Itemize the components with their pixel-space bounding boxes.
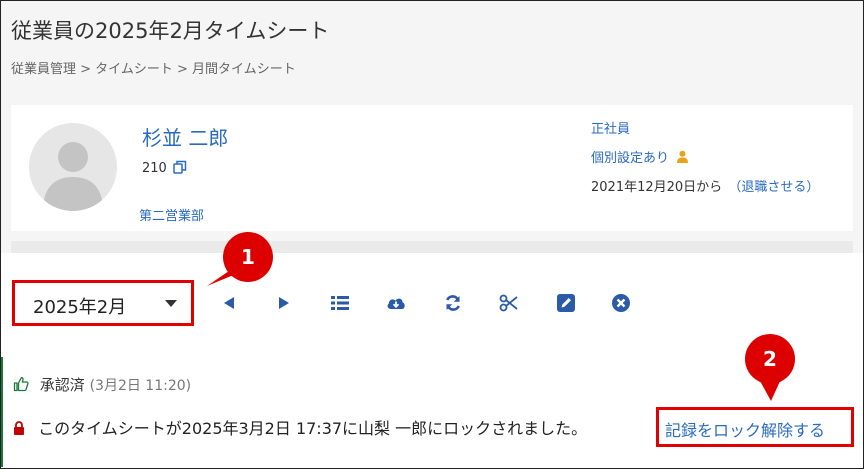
unlock-highlight: 記録をロック解除する [656, 407, 854, 447]
person-icon [677, 150, 689, 163]
app-window: 従業員の2025年2月タイムシート 従業員管理 > タイムシート > 月間タイム… [0, 0, 864, 469]
refresh-icon[interactable] [443, 293, 463, 313]
approved-label: 承認済 [39, 376, 85, 394]
employment-period: 2021年12月20日から （退職させる） [591, 176, 819, 195]
month-select-value: 2025年2月 [33, 297, 127, 318]
list-icon[interactable] [330, 293, 350, 313]
breadcrumb[interactable]: 従業員管理 > タイムシート > 月間タイムシート [11, 58, 296, 77]
lock-message: このタイムシートが2025年3月2日 17:37に山梨 一郎にロックされました。 [38, 419, 588, 438]
caret-down-icon [165, 300, 177, 307]
user-silhouette-icon [43, 142, 103, 211]
annotation-badge-2: 2 [745, 334, 795, 384]
page-title: 従業員の2025年2月タイムシート [11, 19, 330, 43]
avatar [29, 123, 117, 211]
status-area [1, 338, 863, 468]
month-select[interactable]: 2025年2月 [12, 280, 194, 326]
unlock-link[interactable]: 記録をロック解除する [665, 417, 825, 441]
edit-icon[interactable] [556, 293, 576, 313]
approval-status: 承認済 (3月2日 11:20) [13, 374, 191, 395]
employee-id-value: 210 [142, 161, 167, 176]
employee-profile-card: 杉並 二郎 210 第二営業部 正社員 個別設定あり 2021年12月20日から… [11, 105, 853, 231]
lock-status: このタイムシートが2025年3月2日 17:37に山梨 一郎にロックされました。 [13, 415, 587, 439]
close-circle-icon[interactable] [611, 293, 631, 313]
next-month-icon[interactable] [274, 293, 294, 313]
left-accent-bar [1, 357, 3, 467]
section-divider [11, 241, 853, 253]
lock-icon [14, 421, 24, 435]
employment-type-link[interactable]: 正社員 [591, 118, 630, 137]
custom-settings-link[interactable]: 個別設定あり [591, 151, 669, 166]
scissors-icon[interactable] [499, 293, 519, 313]
prev-month-icon[interactable] [219, 293, 239, 313]
custom-settings[interactable]: 個別設定あり [591, 147, 689, 166]
badge-2-pointer [759, 379, 781, 401]
thumbs-up-icon [13, 376, 29, 392]
approved-time: (3月2日 11:20) [89, 378, 192, 394]
start-date: 2021年12月20日から [591, 180, 723, 195]
department-link[interactable]: 第二営業部 [139, 205, 204, 224]
retire-link[interactable]: （退職させる） [728, 180, 819, 195]
copy-icon[interactable] [173, 160, 187, 174]
employee-id: 210 [142, 160, 187, 176]
employee-name-link[interactable]: 杉並 二郎 [142, 122, 228, 151]
badge-1-pointer [207, 271, 243, 286]
cloud-download-icon[interactable] [386, 293, 406, 313]
